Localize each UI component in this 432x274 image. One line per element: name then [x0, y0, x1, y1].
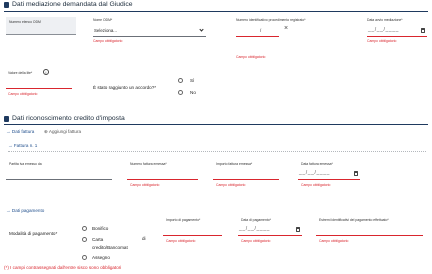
fattura-divider: [8, 151, 426, 152]
fattura-header[interactable]: → Fattura n. 1: [8, 143, 37, 148]
section-header-credito: Dati riconoscimento credito d'imposta: [4, 115, 125, 122]
section-divider: [4, 11, 428, 12]
data-fattura-label: Data fattura emessa*: [301, 162, 333, 166]
valore-lite-label: Valore della lite*: [8, 71, 33, 75]
arrow-right-icon: →: [8, 143, 13, 148]
di-label: di: [142, 236, 146, 241]
calendar-icon[interactable]: [353, 171, 358, 176]
dati-fattura-link[interactable]: → Dati fattura: [6, 129, 34, 134]
numero-procedimento-input[interactable]: /: [236, 25, 279, 37]
radio-bonifico[interactable]: [82, 226, 87, 231]
data-fattura-input[interactable]: __/__/____: [298, 168, 360, 180]
importo-pagamento-error: Campo obbligatorio: [166, 239, 196, 243]
valore-lite-input[interactable]: [6, 77, 72, 89]
estremi-input[interactable]: [316, 224, 423, 236]
calendar-icon[interactable]: [420, 28, 425, 33]
clear-icon[interactable]: ×: [284, 25, 288, 32]
valore-lite-error: Campo obbligatorio: [8, 92, 38, 96]
section-divider: [4, 124, 428, 125]
radio-si[interactable]: [178, 78, 183, 83]
info-icon[interactable]: i: [43, 69, 49, 75]
numero-fattura-input[interactable]: [127, 168, 198, 180]
section-header-mediazione: Dati mediazione demandata dal Giudice: [4, 1, 133, 8]
importo-fattura-input[interactable]: [213, 168, 279, 180]
partita-iva-label: Partita iva emesso da: [9, 162, 42, 166]
footer-required-note: (*) I campi contrassegnati dall'entre si…: [4, 265, 122, 270]
modalita-label: Modalità di pagamento*: [9, 231, 58, 236]
importo-pagamento-input[interactable]: [163, 224, 222, 236]
data-pagamento-input[interactable]: __/__/____: [238, 224, 302, 236]
plus-icon: ⊕: [44, 129, 48, 134]
data-avvio-error: Campo obbligatorio: [367, 39, 397, 43]
data-fattura-placeholder: __/__/____: [299, 170, 331, 176]
data-avvio-label: Data avvio mediazione*: [367, 18, 403, 22]
arrow-right-icon: →: [6, 208, 11, 213]
importo-pagamento-label: Importo di pagamento*: [166, 218, 201, 222]
section-icon: [4, 115, 9, 122]
nome-odm-select[interactable]: Seleziona...: [93, 25, 206, 37]
radio-assegno-label: Assegno: [92, 255, 110, 260]
importo-fattura-label: Importo fattura emessa*: [216, 162, 253, 166]
aggiungi-fattura-button[interactable]: ⊕ Aggiungi fattura: [44, 129, 81, 135]
numero-elenco-odm-label: Numero elenco ODM: [9, 20, 41, 24]
numero-elenco-odm-field: Numero elenco ODM: [6, 17, 76, 35]
nome-odm-error: Campo obbligatorio: [93, 39, 123, 43]
radio-si-label: Sì: [190, 78, 195, 83]
radio-bonifico-label: Bonifico: [92, 226, 109, 231]
calendar-icon[interactable]: [295, 227, 300, 232]
data-pagamento-placeholder: __/__/____: [239, 226, 271, 232]
data-pagamento-label: Data di pagamento*: [241, 218, 271, 222]
radio-assegno[interactable]: [82, 255, 87, 260]
numero-procedimento-error: Campo obbligatorio: [236, 55, 266, 59]
section-icon: [4, 1, 9, 8]
chevron-down-icon: [199, 27, 204, 32]
arrow-right-icon: →: [6, 129, 11, 134]
radio-no[interactable]: [178, 90, 183, 95]
section-title: Dati mediazione demandata dal Giudice: [12, 1, 133, 8]
accordo-question: È stato raggiunto un accordo?*: [93, 85, 157, 90]
radio-no-label: No: [190, 90, 196, 95]
importo-fattura-error: Campo obbligatorio: [216, 183, 246, 187]
estremi-label: Estremi identificativi del pagamento eff…: [319, 218, 389, 222]
estremi-error: Campo obbligatorio: [319, 239, 349, 243]
dati-pagamento-link[interactable]: → Dati pagamento: [6, 208, 44, 213]
partita-iva-input[interactable]: [6, 168, 112, 180]
numero-procedimento-separator: /: [260, 28, 262, 33]
radio-carta[interactable]: [82, 237, 87, 242]
section-title: Dati riconoscimento credito d'imposta: [12, 115, 125, 122]
data-pagamento-error: Campo obbligatorio: [241, 239, 271, 243]
numero-fattura-error: Campo obbligatorio: [130, 183, 160, 187]
numero-fattura-label: Numero fattura emessa*: [130, 162, 167, 166]
nome-odm-label: Nome ODM*: [93, 18, 113, 22]
numero-procedimento-label: Numero identificativo procedimento regis…: [236, 18, 306, 22]
data-avvio-input[interactable]: __/__/____: [367, 25, 427, 37]
radio-carta-label: Carta credito/Bancomat: [92, 237, 128, 250]
nome-odm-value: Seleziona...: [94, 28, 117, 33]
data-fattura-error: Campo obbligatorio: [301, 183, 331, 187]
data-avvio-placeholder: __/__/____: [368, 27, 400, 33]
